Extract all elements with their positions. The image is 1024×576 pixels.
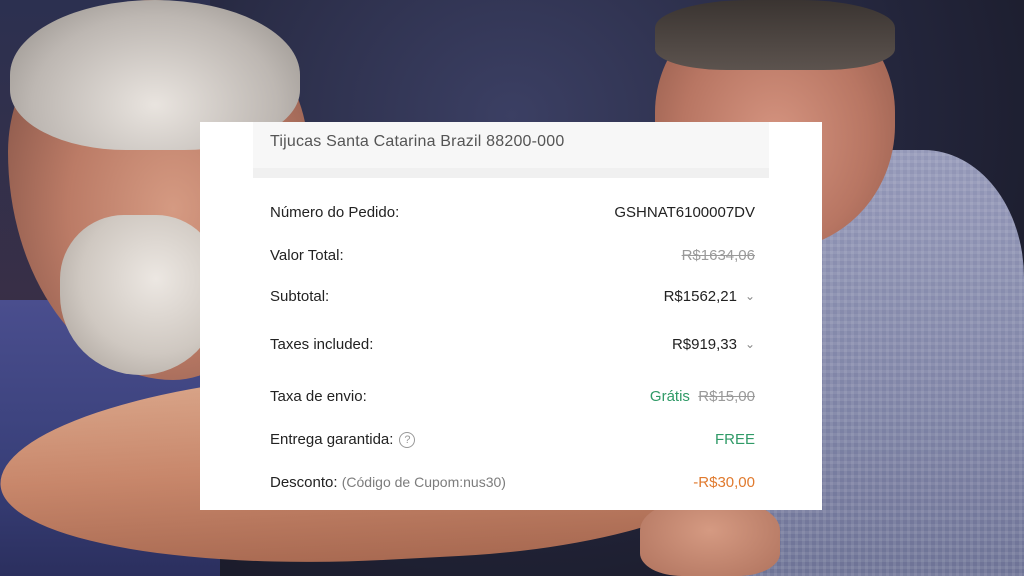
subtotal-value-group[interactable]: R$1562,21 ⌄	[664, 288, 755, 305]
discount-row: Desconto: (Código de Cupom:nus30) -R$30,…	[270, 474, 755, 498]
order-number-row: Número do Pedido: GSHNAT6100007DV	[270, 204, 755, 228]
shipping-fee-values: Grátis R$15,00	[650, 388, 755, 405]
subtotal-row[interactable]: Subtotal: R$1562,21 ⌄	[270, 288, 755, 312]
order-number-label: Número do Pedido:	[270, 204, 400, 221]
order-number-value: GSHNAT6100007DV	[614, 204, 755, 221]
taxes-value: R$919,33	[671, 336, 737, 353]
taxes-value-group[interactable]: R$919,33 ⌄	[672, 336, 755, 353]
section-divider	[253, 168, 769, 178]
taxes-row[interactable]: Taxes included: R$919,33 ⌄	[270, 336, 755, 360]
subtotal-label: Subtotal:	[270, 288, 330, 305]
shipping-address: Tijucas Santa Catarina Brazil 88200-000	[253, 122, 769, 168]
chevron-down-icon[interactable]: ⌄	[743, 289, 755, 303]
shipping-fee-label: Taxa de envio:	[270, 388, 367, 405]
shipping-fee-old-value: R$15,00	[698, 388, 755, 405]
shipping-fee-row: Taxa de envio: Grátis R$15,00	[270, 388, 755, 412]
guaranteed-delivery-label-group: Entrega garantida:?	[270, 431, 416, 448]
person-right-hair	[655, 0, 895, 70]
total-row: Valor Total: R$1634,06	[270, 247, 755, 271]
order-summary-card: Tijucas Santa Catarina Brazil 88200-000 …	[200, 122, 822, 510]
taxes-label: Taxes included:	[270, 336, 374, 353]
subtotal-value: R$1562,21	[663, 288, 737, 305]
guaranteed-delivery-row: Entrega garantida:? FREE	[270, 431, 755, 455]
guaranteed-delivery-label: Entrega garantida:	[270, 431, 394, 448]
guaranteed-delivery-value: FREE	[714, 431, 755, 448]
total-label: Valor Total:	[270, 247, 344, 264]
person-right-hand	[640, 500, 780, 576]
discount-label-group: Desconto: (Código de Cupom:nus30)	[270, 474, 506, 491]
person-left-beard	[60, 215, 220, 375]
chevron-down-icon[interactable]: ⌄	[743, 337, 755, 351]
coupon-code: (Código de Cupom:nus30)	[341, 474, 506, 490]
total-value: R$1634,06	[681, 247, 755, 264]
discount-value: -R$30,00	[693, 474, 755, 491]
shipping-fee-value: Grátis	[649, 388, 690, 405]
discount-label: Desconto:	[270, 474, 338, 491]
help-icon[interactable]: ?	[399, 432, 416, 448]
photo-background: Tijucas Santa Catarina Brazil 88200-000 …	[0, 0, 1024, 576]
